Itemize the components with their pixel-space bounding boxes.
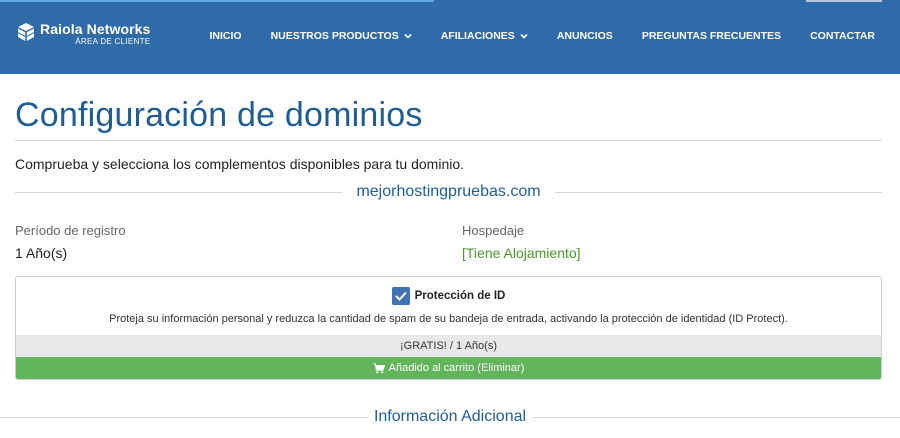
- hosting-label: Hospedaje: [462, 223, 525, 238]
- addon-name: Protección de ID: [414, 290, 506, 302]
- nav-inicio[interactable]: INICIO: [209, 30, 241, 42]
- nav-anuncios[interactable]: ANUNCIOS: [557, 30, 613, 42]
- brand-subtitle: ÁREA DE CLIENTE: [75, 37, 151, 46]
- intro-text: Comprueba y selecciona los complementos …: [15, 156, 465, 172]
- nav-nuestros-productos[interactable]: NUESTROS PRODUCTOS: [271, 30, 412, 42]
- addon-checkbox[interactable]: [391, 287, 410, 305]
- loading-progress: [0, 0, 434, 2]
- registration-period-value: 1 Año(s): [15, 245, 68, 261]
- addon-cart-button[interactable]: Añadido al carrito (Eliminar): [16, 357, 881, 379]
- addon-cart-label: Añadido al carrito (Eliminar): [388, 362, 525, 374]
- divider-right: [555, 192, 882, 193]
- brand-logo[interactable]: Raiola Networks ÁREA DE CLIENTE: [16, 22, 150, 46]
- shopping-cart-icon: [373, 362, 385, 373]
- domain-heading: mejorhostingpruebas.com: [15, 183, 882, 203]
- nav-contactar[interactable]: CONTACTAR: [810, 30, 875, 42]
- main-nav: INICIO NUESTROS PRODUCTOS AFILIACIONES A…: [180, 30, 875, 42]
- title-divider: [15, 140, 882, 141]
- addon-description: Proteja su información personal y reduzc…: [109, 313, 788, 325]
- header-top-accent: [806, 0, 882, 2]
- brand-name: Raiola Networks: [40, 21, 151, 37]
- page-title: Configuración de dominios: [15, 96, 423, 134]
- addon-price: ¡GRATIS! / 1 Año(s): [16, 335, 881, 357]
- nav-preguntas-frecuentes[interactable]: PREGUNTAS FRECUENTES: [642, 30, 781, 42]
- addon-card-id-protection: Protección de ID Proteja su información …: [15, 276, 882, 380]
- hosting-value: [Tiene Alojamiento]: [462, 245, 581, 261]
- chevron-down-icon: [520, 32, 528, 40]
- header-bar: Raiola Networks ÁREA DE CLIENTE INICIO N…: [0, 0, 900, 74]
- section-title-additional-info: Información Adicional: [0, 408, 900, 426]
- checkmark-icon: [394, 291, 407, 301]
- chevron-down-icon: [404, 32, 412, 40]
- nav-afiliaciones[interactable]: AFILIACIONES: [441, 30, 528, 42]
- cube-logo-icon: [17, 23, 35, 41]
- registration-period-label: Período de registro: [15, 223, 126, 238]
- addon-header: Protección de ID: [16, 287, 881, 305]
